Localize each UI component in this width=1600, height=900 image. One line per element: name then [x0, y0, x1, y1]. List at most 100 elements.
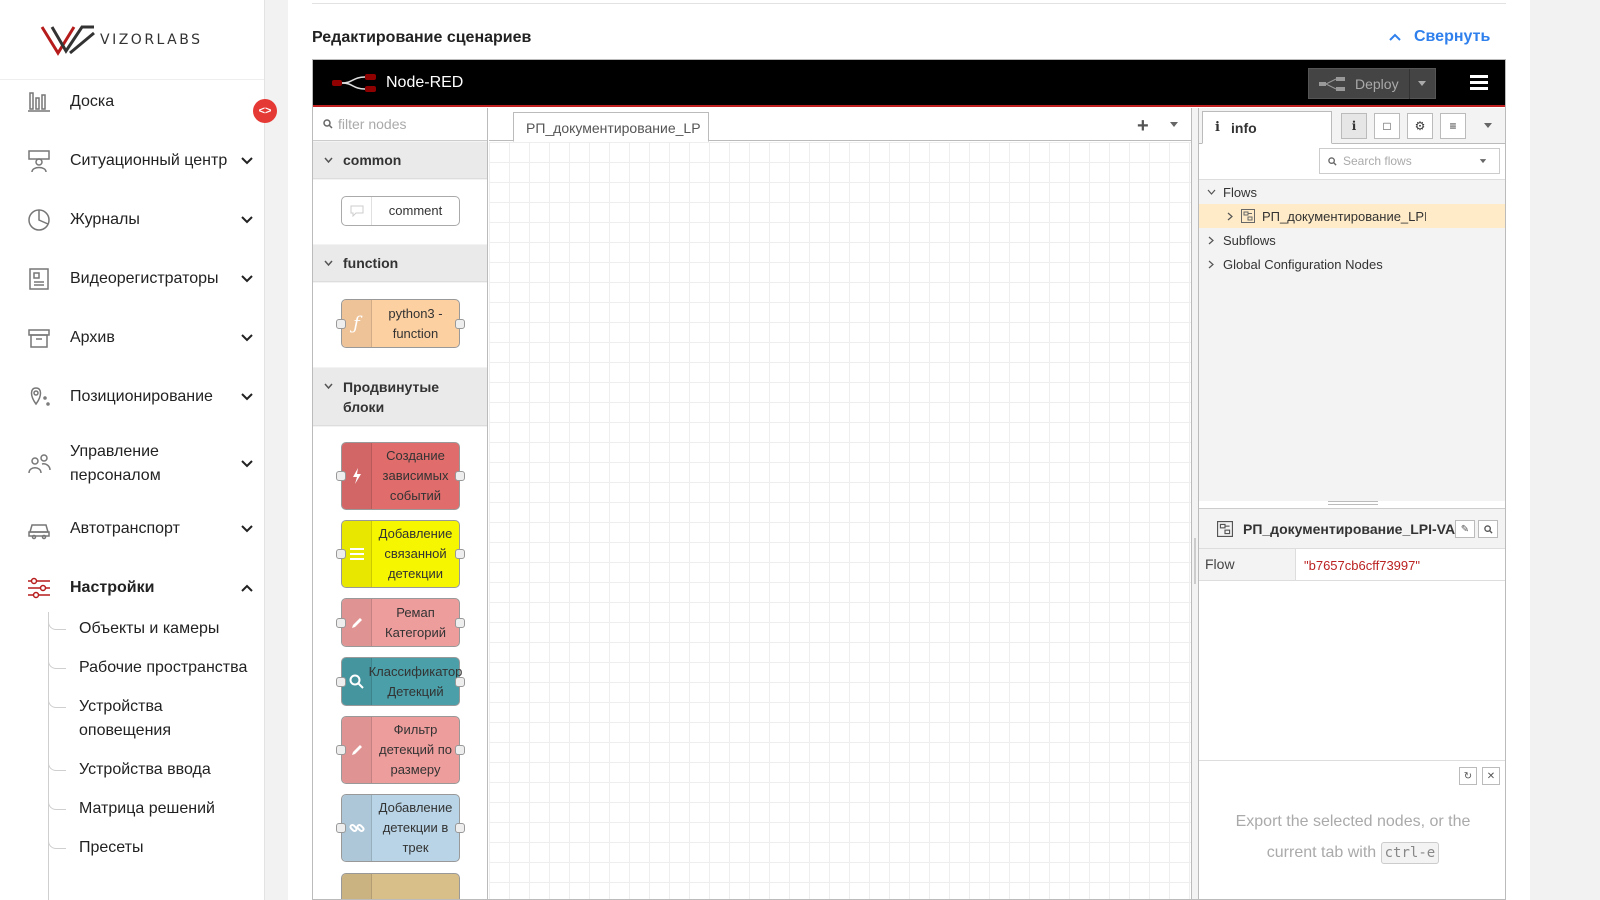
sidebar-item-journals[interactable]: Журналы: [0, 208, 265, 232]
function-icon: ƒ: [353, 312, 360, 334]
sidebar-collapse-button[interactable]: <>: [253, 99, 277, 123]
close-icon: ✕: [1486, 770, 1496, 782]
menu-hamburger-icon[interactable]: [1470, 75, 1488, 91]
submenu-item-notification-devices[interactable]: Устройства оповещения: [79, 695, 229, 743]
gear-icon: ⚙: [1414, 119, 1426, 133]
sidebar-item-archive[interactable]: Архив: [0, 326, 265, 350]
refresh-button[interactable]: ↻: [1459, 767, 1477, 785]
info-icon: i: [1215, 120, 1220, 135]
category-label: function: [343, 255, 399, 271]
collapse-section-button[interactable]: Свернуть: [1388, 28, 1490, 46]
chevron-down-icon: [241, 334, 253, 342]
output-port[interactable]: [455, 318, 465, 329]
input-port[interactable]: [336, 617, 346, 628]
submenu-item-presets[interactable]: Пресеты: [79, 836, 144, 860]
caret-down-icon[interactable]: [1483, 123, 1493, 129]
info-icon: i: [1351, 119, 1357, 133]
info-tab-button[interactable]: i: [1341, 113, 1367, 139]
palette-node-comment[interactable]: comment: [341, 196, 460, 226]
close-button[interactable]: ✕: [1482, 767, 1500, 785]
sidebar-splitter[interactable]: [1191, 108, 1199, 899]
sidebar-item-situation-center[interactable]: Ситуационный центр: [0, 149, 265, 173]
sidebar-item-settings[interactable]: Настройки: [0, 576, 265, 600]
tree-row-flows[interactable]: Flows: [1199, 180, 1505, 204]
input-port[interactable]: [336, 549, 346, 559]
search-flow-button[interactable]: [1478, 520, 1498, 538]
output-port[interactable]: [455, 549, 465, 559]
config-tab-button[interactable]: ⚙: [1407, 113, 1433, 139]
palette-node-add-to-track[interactable]: Добавление детекции в трек: [336, 794, 465, 862]
context-tab-button[interactable]: ≡: [1440, 113, 1466, 139]
palette-node-partial[interactable]: [341, 873, 460, 899]
palette-node-size-filter[interactable]: Фильтр детекций по размеру: [336, 716, 465, 784]
sidebar-item-label: Автотранспорт: [70, 520, 180, 537]
node-icon-box: ƒ: [342, 300, 372, 347]
palette-category-common[interactable]: common: [313, 142, 487, 179]
output-port[interactable]: [455, 823, 465, 833]
sidebar-item-video-recorders[interactable]: Видеорегистраторы: [0, 267, 265, 291]
output-port[interactable]: [455, 745, 465, 755]
search-icon: [349, 674, 364, 689]
sidebar-item-personnel[interactable]: Управление персоналом: [0, 440, 265, 488]
node-red-logo-icon: [332, 74, 376, 92]
sidebar-item-label: Архив: [70, 329, 115, 346]
submenu-item-workspaces[interactable]: Рабочие пространства: [79, 656, 247, 680]
chevron-down-icon: [324, 260, 333, 267]
property-row-flow: Flow "b7657cb6cff73997": [1199, 549, 1505, 581]
sidebar-tabs: i info i □ ⚙ ≡: [1199, 108, 1505, 144]
output-port[interactable]: [455, 676, 465, 687]
palette-category-function[interactable]: function: [313, 245, 487, 282]
workspace-canvas[interactable]: [489, 142, 1191, 899]
palette-node-python3-function[interactable]: ƒ python3 - function: [336, 299, 465, 348]
edit-icon: ✎: [1460, 523, 1470, 535]
deploy-button[interactable]: Deploy: [1308, 68, 1436, 99]
palette-node-detection-classifier[interactable]: Классификатор Детекций: [336, 657, 465, 706]
palette-node-category-remap[interactable]: Ремап Категорий: [336, 598, 465, 647]
vizorlabs-logo-icon: [40, 25, 95, 56]
search-flows-input[interactable]: Search flows: [1319, 148, 1500, 174]
divider: [312, 3, 1506, 4]
panel-resize-handle[interactable]: [1328, 501, 1378, 505]
sidebar-item-label: Управление персоналом: [70, 443, 161, 484]
tab-info[interactable]: i info: [1202, 111, 1332, 144]
tree-row-global-config[interactable]: Global Configuration Nodes: [1199, 252, 1505, 276]
input-port[interactable]: [336, 676, 346, 687]
submenu-item-input-devices[interactable]: Устройства ввода: [79, 758, 211, 782]
input-port[interactable]: [336, 823, 346, 833]
caret-down-icon[interactable]: [1169, 122, 1179, 128]
input-port[interactable]: [336, 471, 346, 481]
car-icon: [28, 524, 50, 540]
workspace-tab[interactable]: РП_документирование_LP: [513, 112, 709, 142]
logo[interactable]: VIZORLABS: [0, 0, 264, 80]
output-port[interactable]: [455, 471, 465, 481]
add-flow-icon[interactable]: +: [1137, 115, 1149, 138]
edit-flow-button[interactable]: ✎: [1455, 520, 1475, 538]
palette-category-advanced[interactable]: Продвинутые блоки: [313, 368, 487, 426]
output-port[interactable]: [455, 617, 465, 628]
caret-down-icon[interactable]: [1479, 159, 1487, 164]
filter-nodes-input[interactable]: filter nodes: [313, 108, 487, 141]
workspace-tab-bar: РП_документирование_LP +: [489, 108, 1191, 142]
input-port[interactable]: [336, 318, 346, 329]
submenu-item-objects-cameras[interactable]: Объекты и камеры: [79, 617, 219, 641]
sidebar-item-vehicles[interactable]: Автотранспорт: [0, 517, 265, 541]
submenu-item-decision-matrix[interactable]: Матрица решений: [79, 797, 215, 821]
node-palette: filter nodes common comment function ƒ p…: [313, 108, 488, 899]
palette-category-body: Создание зависимых событий Добавление св…: [313, 427, 487, 899]
sliders-icon: [28, 577, 50, 599]
caret-down-icon[interactable]: [1417, 80, 1427, 88]
properties-title: РП_документирование_LPI-VAI: [1243, 521, 1455, 537]
palette-node-dependent-events[interactable]: Создание зависимых событий: [336, 442, 465, 510]
input-port[interactable]: [336, 745, 346, 755]
location-pin-icon: [30, 387, 50, 406]
sidebar-item-dashboard[interactable]: Доска: [0, 90, 265, 114]
palette-node-related-detection[interactable]: Добавление связанной детекции: [336, 520, 465, 588]
tree-row-flow-item[interactable]: РП_документирование_LPI: [1199, 204, 1505, 228]
tree-connector: [48, 618, 66, 630]
shortcut-badge: ctrl-e: [1380, 842, 1440, 864]
tree-row-subflows[interactable]: Subflows: [1199, 228, 1505, 252]
people-icon: [28, 454, 51, 474]
help-tab-button[interactable]: □: [1374, 113, 1400, 139]
node-label: Создание зависимых событий: [382, 448, 449, 503]
sidebar-item-positioning[interactable]: Позиционирование: [0, 385, 265, 409]
